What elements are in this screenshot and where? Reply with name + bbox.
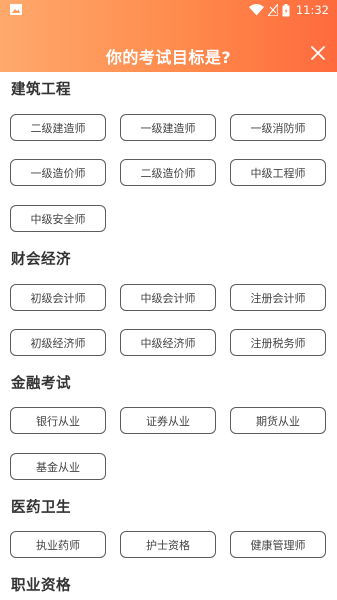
close-icon[interactable] <box>309 44 327 62</box>
page-title: 你的考试目标是? <box>105 48 232 67</box>
section-title-finance-economics: 财会经济 <box>11 252 71 268</box>
section-title-construction: 建筑工程 <box>11 82 71 98</box>
status-bar: 11:32 <box>0 0 337 20</box>
exam-chip[interactable]: 注册会计师 <box>230 284 326 311</box>
status-time: 11:32 <box>295 3 329 17</box>
section-title-medicine-health: 医药卫生 <box>11 500 71 516</box>
exam-chip[interactable]: 一级建造师 <box>120 114 216 141</box>
status-icons: 11:32 <box>248 2 329 18</box>
section-title-finance-exams: 金融考试 <box>11 376 71 392</box>
exam-chip[interactable]: 中级安全师 <box>10 205 106 232</box>
exam-chip[interactable]: 证券从业 <box>120 407 216 434</box>
exam-chip[interactable]: 注册税务师 <box>230 329 326 356</box>
exam-chip[interactable]: 基金从业 <box>10 453 106 480</box>
exam-chip[interactable]: 二级造价师 <box>120 159 216 186</box>
wifi-icon <box>248 4 264 16</box>
exam-chip[interactable]: 中级会计师 <box>120 284 216 311</box>
image-icon <box>10 4 22 15</box>
exam-chip[interactable]: 中级经济师 <box>120 329 216 356</box>
exam-chip[interactable]: 初级会计师 <box>10 284 106 311</box>
exam-chip[interactable]: 一级造价师 <box>10 159 106 186</box>
exam-chip[interactable]: 初级经济师 <box>10 329 106 356</box>
exam-chip[interactable]: 一级消防师 <box>230 114 326 141</box>
exam-chip[interactable]: 中级工程师 <box>230 159 326 186</box>
exam-chip[interactable]: 执业药师 <box>10 531 106 558</box>
section-title-professional-qualification: 职业资格 <box>11 578 71 594</box>
exam-chip[interactable]: 期货从业 <box>230 407 326 434</box>
exam-chip[interactable]: 护士资格 <box>120 531 216 558</box>
signal-icon <box>267 4 278 16</box>
exam-chip[interactable]: 健康管理师 <box>230 531 326 558</box>
exam-chip[interactable]: 银行从业 <box>10 407 106 434</box>
battery-icon <box>282 3 290 16</box>
header: 11:32 你的考试目标是? <box>0 0 337 72</box>
exam-chip[interactable]: 二级建造师 <box>10 114 106 141</box>
